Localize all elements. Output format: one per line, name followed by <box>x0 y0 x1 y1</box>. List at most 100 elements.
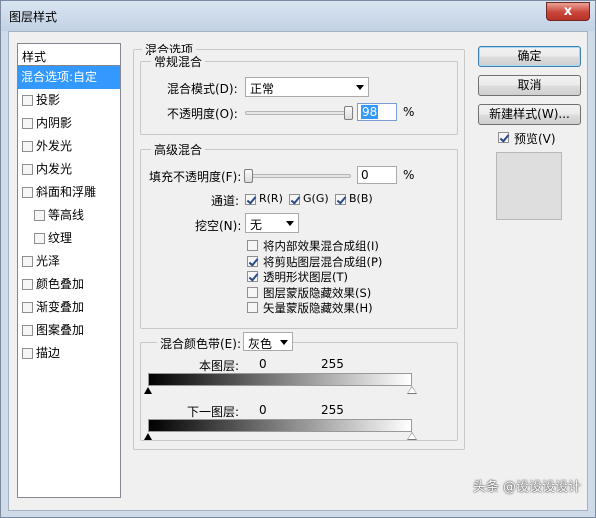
dialog-body: 样式 混合选项:自定投影内阴影外发光内发光斜面和浮雕等高线纹理光泽颜色叠加渐变叠… <box>8 31 588 511</box>
fill-opacity-unit: % <box>403 168 415 182</box>
chevron-down-icon <box>356 85 364 90</box>
this-layer-white-slider-icon[interactable] <box>407 386 417 394</box>
cancel-button[interactable]: 取消 <box>478 75 581 96</box>
underlying-layer-black-slider-icon[interactable] <box>144 433 152 440</box>
style-list-item[interactable]: 渐变叠加 <box>18 296 120 319</box>
general-blending-title: 常规混合 <box>151 53 206 70</box>
blend-option-checkbox[interactable] <box>247 240 258 251</box>
fill-opacity-slider-thumb-icon[interactable] <box>244 169 253 183</box>
style-list-item[interactable]: 颜色叠加 <box>18 273 120 296</box>
checkbox-icon[interactable] <box>22 325 33 336</box>
underlying-layer-min-value: 0 <box>259 403 267 417</box>
opacity-slider-thumb-icon[interactable] <box>343 106 353 120</box>
underlying-layer-white-slider-icon[interactable] <box>407 432 417 440</box>
style-list-item[interactable]: 光泽 <box>18 250 120 273</box>
opacity-slider-track[interactable] <box>245 111 351 115</box>
blend-option-label: 透明形状图层(T) <box>263 270 348 284</box>
fill-opacity-label: 填充不透明度(F): <box>149 170 242 184</box>
checkbox-icon[interactable] <box>22 118 33 129</box>
style-list-item[interactable]: 纹理 <box>18 227 120 250</box>
style-list-item[interactable]: 外发光 <box>18 135 120 158</box>
style-list-item-label: 外发光 <box>36 139 73 153</box>
blend-option-label: 将内部效果混合成组(I) <box>263 239 379 253</box>
this-layer-max-value: 255 <box>321 357 344 371</box>
general-blending-group: 常规混合 混合模式(D): 正常 不透明度(O): 98 % <box>140 53 458 135</box>
opacity-value: 98 <box>361 105 379 119</box>
fill-opacity-slider-track[interactable] <box>245 174 351 178</box>
styles-list: 样式 混合选项:自定投影内阴影外发光内发光斜面和浮雕等高线纹理光泽颜色叠加渐变叠… <box>17 43 121 498</box>
style-list-item[interactable]: 斜面和浮雕 <box>18 181 120 204</box>
fill-opacity-value: 0 <box>361 168 369 182</box>
this-layer-black-slider-icon[interactable] <box>144 387 152 394</box>
blend-if-label: 混合颜色带(E): <box>157 335 244 352</box>
advanced-blending-title: 高级混合 <box>151 141 206 158</box>
chevron-down-icon <box>280 340 288 345</box>
checkbox-icon[interactable] <box>22 187 33 198</box>
checkbox-icon[interactable] <box>22 279 33 290</box>
styles-list-header[interactable]: 样式 <box>18 44 120 66</box>
style-list-item[interactable]: 内发光 <box>18 158 120 181</box>
new-style-button[interactable]: 新建样式(W)... <box>478 104 581 125</box>
blend-mode-label: 混合模式(D): <box>167 82 238 96</box>
style-list-item[interactable]: 等高线 <box>18 204 120 227</box>
style-list-item-label: 内发光 <box>36 162 73 176</box>
preview-label: 预览(V) <box>514 132 556 146</box>
blending-options-group: 混合选项 常规混合 混合模式(D): 正常 不透明度(O): 98 % 高级混合… <box>133 41 465 450</box>
channel-checkbox[interactable] <box>289 194 300 205</box>
opacity-label: 不透明度(O): <box>167 107 238 121</box>
layer-style-dialog: 图层样式 x 样式 混合选项:自定投影内阴影外发光内发光斜面和浮雕等高线纹理光泽… <box>0 0 596 518</box>
this-layer-gradient-bar <box>148 373 412 386</box>
checkbox-icon[interactable] <box>22 95 33 106</box>
opacity-input[interactable]: 98 <box>357 103 397 121</box>
style-list-item-label: 描边 <box>36 346 61 360</box>
opacity-unit: % <box>403 105 415 119</box>
blend-option-checkbox[interactable] <box>247 286 258 298</box>
knockout-value: 无 <box>250 218 263 232</box>
blend-option-label: 将剪贴图层混合成组(P) <box>263 254 383 269</box>
style-preview-swatch <box>496 152 562 220</box>
style-list-item[interactable]: 内阴影 <box>18 112 120 135</box>
style-list-item-label: 投影 <box>36 93 61 107</box>
style-list-item[interactable]: 图案叠加 <box>18 319 120 342</box>
checkbox-icon[interactable] <box>34 210 45 221</box>
style-list-item[interactable]: 混合选项:自定 <box>18 66 120 89</box>
advanced-blending-group: 高级混合 填充不透明度(F): 0 % 通道: R(R) G(G) B(B) 挖空(… <box>140 141 458 329</box>
blend-option-label: 矢量蒙版隐藏效果(H) <box>263 301 373 315</box>
style-list-item-label: 混合选项:自定 <box>21 70 98 84</box>
checkbox-icon[interactable] <box>22 141 33 152</box>
blend-if-value: 灰色 <box>248 337 273 351</box>
blend-if-select[interactable]: 灰色 <box>243 332 293 351</box>
blend-option-checkbox[interactable] <box>247 271 258 282</box>
fill-opacity-input[interactable]: 0 <box>357 166 397 184</box>
style-list-item-label: 颜色叠加 <box>36 277 85 291</box>
this-layer-min-value: 0 <box>259 357 267 371</box>
style-list-item-label: 内阴影 <box>36 116 73 130</box>
blend-option-checkbox[interactable] <box>247 255 258 267</box>
channel-label: B(B) <box>349 192 373 205</box>
this-layer-label: 本图层: <box>199 359 240 373</box>
style-list-item[interactable]: 投影 <box>18 89 120 112</box>
style-list-item-label: 等高线 <box>48 208 85 222</box>
checkbox-icon[interactable] <box>34 233 45 244</box>
channel-label: G(G) <box>303 192 329 205</box>
blend-option-checkbox[interactable] <box>247 302 258 313</box>
blend-mode-value: 正常 <box>250 82 275 96</box>
checkbox-icon[interactable] <box>22 348 33 359</box>
blend-mode-select[interactable]: 正常 <box>245 77 369 97</box>
underlying-layer-gradient-bar <box>148 419 412 432</box>
title-bar[interactable]: 图层样式 x <box>1 1 595 31</box>
close-button[interactable]: x <box>546 2 590 21</box>
checkbox-icon[interactable] <box>22 302 33 313</box>
checkbox-icon[interactable] <box>22 164 33 175</box>
blend-option-label: 图层蒙版隐藏效果(S) <box>263 285 372 300</box>
channels-label: 通道: <box>211 194 240 208</box>
underlying-layer-label: 下一图层: <box>187 405 240 419</box>
ok-button[interactable]: 确定 <box>478 46 581 67</box>
channel-checkbox[interactable] <box>335 194 346 205</box>
style-list-item[interactable]: 描边 <box>18 342 120 365</box>
checkbox-icon[interactable] <box>22 256 33 267</box>
preview-checkbox[interactable] <box>498 132 509 143</box>
style-list-item-label: 光泽 <box>36 254 61 268</box>
knockout-select[interactable]: 无 <box>245 213 299 233</box>
channel-checkbox[interactable] <box>245 194 256 205</box>
